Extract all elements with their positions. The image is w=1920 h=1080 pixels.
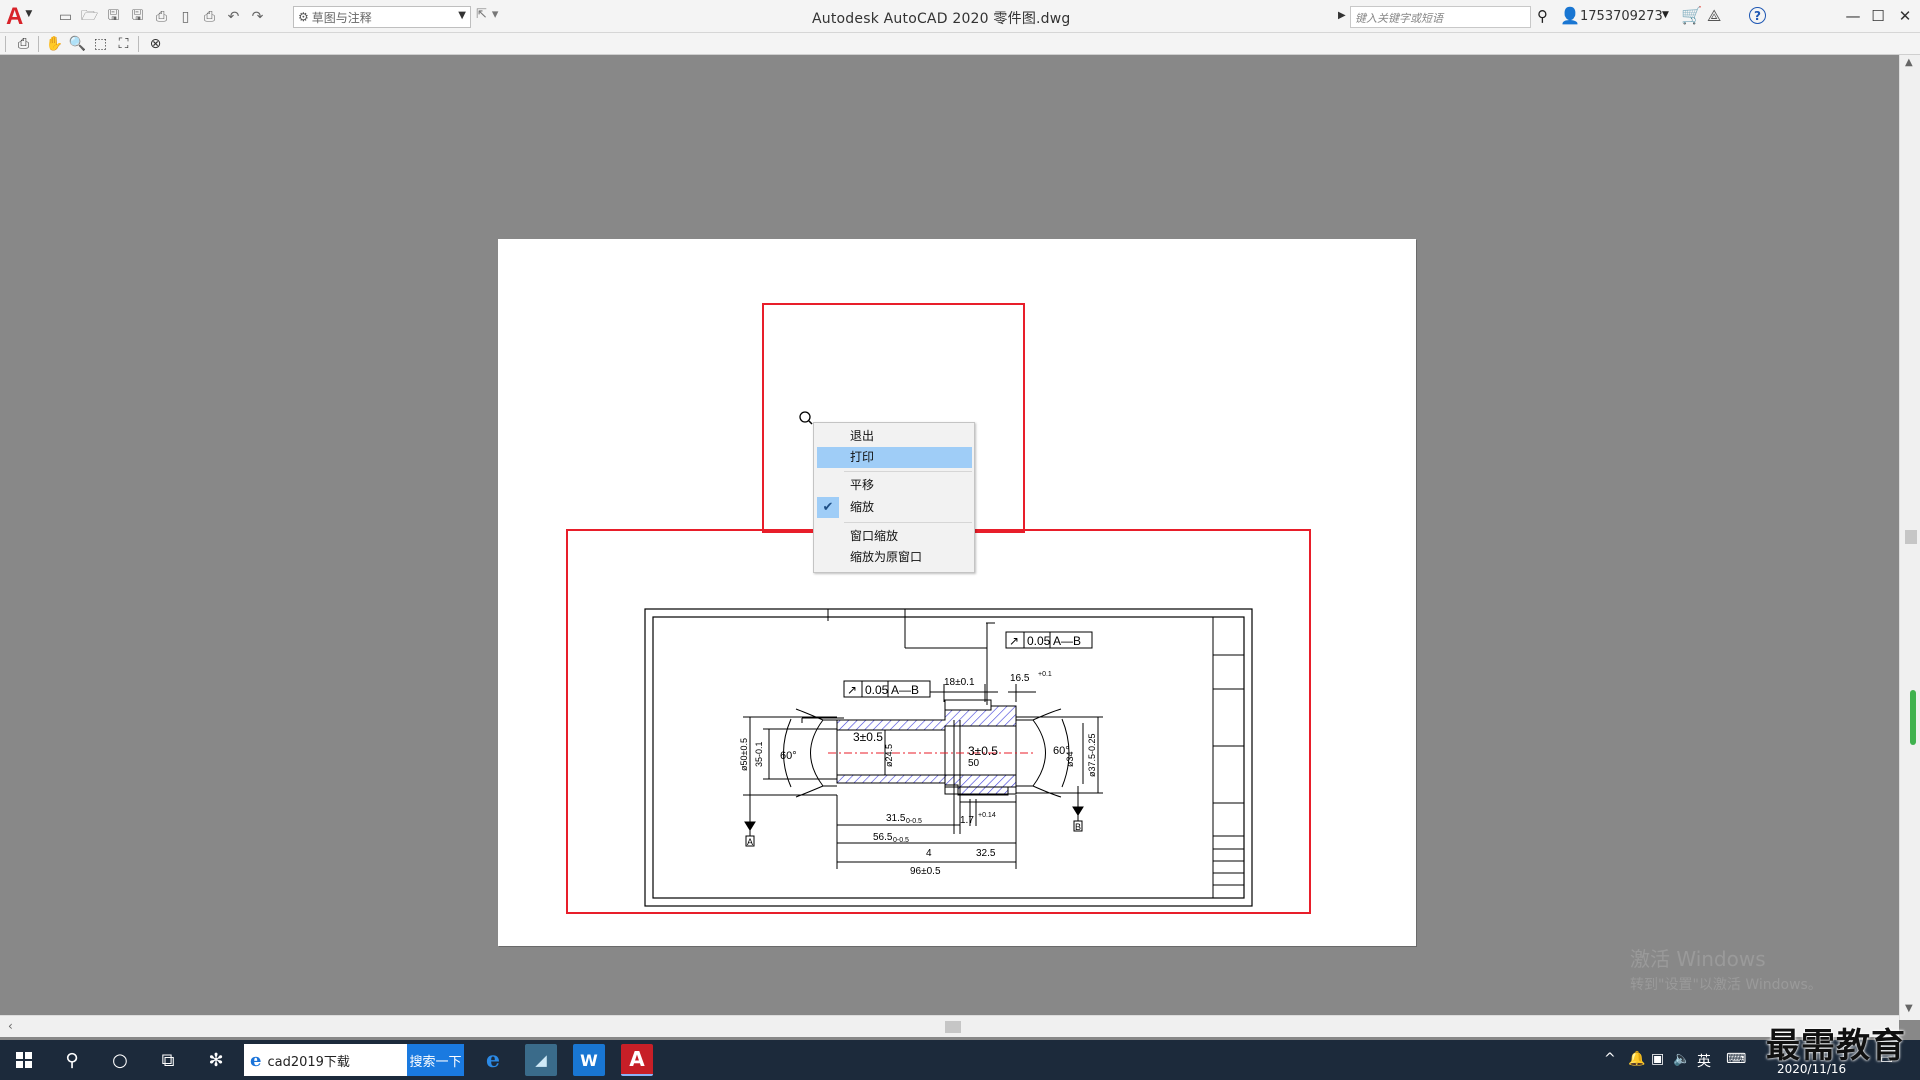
cart-icon[interactable]: 🛒: [1681, 6, 1702, 26]
taskbar-search-button[interactable]: 搜索一下: [407, 1044, 464, 1076]
highlight-box-drawing: [566, 529, 1311, 914]
a360-icon[interactable]: ⟁: [1707, 6, 1721, 26]
menu-item-print[interactable]: 打印: [817, 447, 972, 468]
zoom-original-icon[interactable]: ⛶: [113, 34, 134, 54]
zoom-window-icon[interactable]: ⬚: [90, 34, 111, 54]
save-icon[interactable]: 🖫: [104, 8, 123, 27]
taskbar-search-text: cad2019下载: [267, 1054, 350, 1070]
gear-icon: ⚙: [298, 10, 309, 24]
activation-subtitle: 转到"设置"以激活 Windows。: [1630, 977, 1822, 993]
scroll-left-icon[interactable]: ‹: [8, 1019, 13, 1033]
tray-expand-icon[interactable]: ^: [1604, 1051, 1616, 1067]
menu-item-zoom-window[interactable]: 窗口缩放: [817, 526, 972, 547]
plot-preview-canvas[interactable]: ↗ 0.05 A—B ↗ 0.05 A—B 18±0.1 16.5 +0.1 3…: [5, 55, 1899, 1015]
application-menu-button[interactable]: A ▼: [6, 4, 44, 29]
activation-title: 激活 Windows: [1630, 947, 1766, 971]
maximize-icon[interactable]: ☐: [1863, 4, 1893, 28]
vertical-scroll-thumb[interactable]: [1905, 530, 1917, 544]
menu-item-zoom[interactable]: 缩放: [817, 497, 972, 518]
chevron-down-icon[interactable]: ▼: [1662, 10, 1669, 20]
divider: [138, 36, 139, 52]
redo-icon[interactable]: ↷: [248, 8, 267, 27]
qat-extra: ⇱ ▾: [476, 7, 498, 22]
user-id[interactable]: 1753709273: [1580, 9, 1663, 24]
pan-icon[interactable]: ✋: [44, 34, 65, 54]
divider: [38, 36, 39, 52]
horizontal-scroll-thumb[interactable]: [945, 1021, 961, 1033]
watermark-logo: 最需教育: [1766, 1026, 1906, 1066]
volume-muted-icon[interactable]: 🔈: [1673, 1051, 1690, 1067]
edge-icon[interactable]: e: [477, 1044, 509, 1076]
explorer-app-icon[interactable]: ◢: [525, 1044, 557, 1076]
open-icon[interactable]: 🗁: [80, 8, 99, 27]
expand-arrow-icon[interactable]: ▶: [1338, 10, 1346, 21]
new-icon[interactable]: ▭: [56, 8, 75, 27]
undo-icon[interactable]: ↶: [224, 8, 243, 27]
close-icon[interactable]: ✕: [1890, 4, 1920, 28]
binoculars-icon[interactable]: ⚲: [1537, 7, 1548, 25]
status-indicator-bar: [1910, 690, 1916, 745]
help-icon[interactable]: ?: [1749, 7, 1766, 24]
horizontal-scrollbar[interactable]: ‹: [0, 1015, 1899, 1037]
taskbar: ⚲ ○ ⧉ ✻ e cad2019下载 搜索一下 e ◢ W A ^ 🔔 ▣ 🔈…: [0, 1040, 1920, 1080]
workspace-value: 草图与注释: [311, 10, 372, 25]
cortana-icon[interactable]: ○: [96, 1040, 144, 1080]
user-icon[interactable]: 👤: [1560, 6, 1580, 25]
preview-toolbar: ⎙ ✋ 🔍 ⬚ ⛶ ⊗: [0, 33, 1920, 55]
menu-separator: [844, 522, 972, 523]
context-menu: 退出 打印 平移 ✔ 缩放 窗口缩放 缩放为原窗口: [813, 422, 975, 573]
search-input[interactable]: 键入关键字或短语: [1350, 6, 1531, 28]
quick-access-toolbar: ▭ 🗁 🖫 🖫 ⎙ ▯ ⎙ ↶ ↷: [56, 7, 267, 27]
activation-notice: 激活 Windows 转到"设置"以激活 Windows。: [1630, 943, 1822, 994]
zoom-cursor-icon: [799, 411, 813, 425]
notification-icon[interactable]: 🔔: [1628, 1051, 1645, 1067]
autocad-logo-icon: A: [6, 2, 24, 30]
chevron-down-icon: ▼: [25, 8, 33, 19]
vertical-scrollbar[interactable]: ▲ ▼: [1899, 55, 1920, 1020]
window-title: Autodesk AutoCAD 2020 零件图.dwg: [812, 11, 1071, 27]
toolbar-grip: [5, 36, 6, 52]
autocad-taskbar-icon[interactable]: A: [621, 1044, 653, 1076]
search-icon[interactable]: ⚲: [48, 1040, 96, 1080]
keyboard-icon[interactable]: ⌨: [1726, 1051, 1746, 1067]
chevron-down-icon: ▼: [458, 10, 466, 21]
task-view-icon[interactable]: ⧉: [144, 1040, 192, 1080]
windows-start-icon[interactable]: [0, 1040, 48, 1080]
scroll-down-icon[interactable]: ▼: [1905, 1003, 1913, 1014]
publish-icon[interactable]: ⎙: [152, 8, 171, 27]
scroll-up-icon[interactable]: ▲: [1905, 57, 1913, 68]
menu-item-pan[interactable]: 平移: [817, 475, 972, 496]
zoom-icon[interactable]: 🔍: [67, 34, 88, 54]
menu-item-exit[interactable]: 退出: [817, 426, 972, 447]
fan-app-icon[interactable]: ✻: [192, 1040, 240, 1080]
workspace-select[interactable]: ⚙ 草图与注释 ▼: [293, 6, 471, 28]
title-bar: A ▼ ▭ 🗁 🖫 🖫 ⎙ ▯ ⎙ ↶ ↷ ⚙ 草图与注释 ▼ ⇱ ▾ Auto…: [0, 0, 1920, 33]
print-icon[interactable]: ⎙: [13, 34, 34, 54]
plot-icon[interactable]: ▯: [176, 8, 195, 27]
network-icon[interactable]: ▣: [1651, 1051, 1664, 1067]
close-preview-icon[interactable]: ⊗: [145, 34, 166, 54]
menu-separator: [844, 471, 972, 472]
customize-qat-icon[interactable]: ▾: [492, 7, 499, 22]
ime-indicator[interactable]: 英: [1697, 1051, 1711, 1071]
share-icon[interactable]: ⇱: [476, 7, 487, 22]
ie-icon: e: [250, 1049, 262, 1071]
print-icon[interactable]: ⎙: [200, 8, 219, 27]
save-as-icon[interactable]: 🖫: [128, 8, 147, 27]
taskbar-search-box[interactable]: e cad2019下载: [244, 1044, 407, 1076]
menu-item-zoom-original[interactable]: 缩放为原窗口: [817, 547, 972, 568]
wps-icon[interactable]: W: [573, 1044, 605, 1076]
